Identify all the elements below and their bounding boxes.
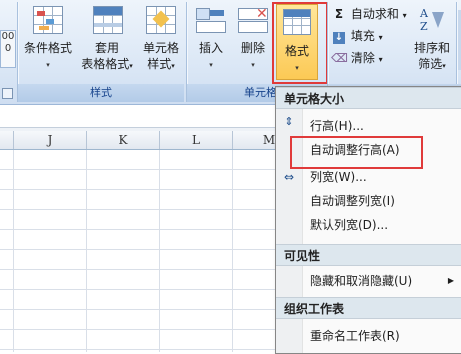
insert-button[interactable]: 插入 ▾ <box>190 4 232 80</box>
chevron-down-icon: ▾ <box>46 61 50 69</box>
insert-label: 插入 <box>198 41 223 55</box>
format-as-table-text: 表格格式 <box>81 57 130 71</box>
format-as-table-label2: 表格格式▾ <box>78 56 136 74</box>
styles-group-label: 样式 <box>18 84 184 102</box>
conditional-format-icon <box>33 6 63 34</box>
menu-item-column-width[interactable]: ⇔ 列宽(W)... <box>276 166 461 188</box>
cell-styles-label1: 单元格 <box>142 41 179 55</box>
column-header-k[interactable]: K <box>87 131 160 149</box>
delete-button[interactable]: ✕ 删除 ▾ <box>234 4 272 80</box>
sort-filter-text: 筛选 <box>418 57 443 71</box>
cell-styles-label2: 样式▾ <box>138 56 184 74</box>
table-format-icon <box>93 6 123 34</box>
sort-filter-button[interactable]: A Z 排序和 筛选▾ <box>410 4 454 80</box>
autosum-button[interactable]: Σ 自动求和 ▾ <box>331 5 407 23</box>
sort-filter-label2: 筛选▾ <box>410 56 454 74</box>
menu-item-rename-sheet[interactable]: 重命名工作表(R) <box>276 325 461 347</box>
column-width-icon: ⇔ <box>283 170 295 184</box>
hide-unhide-label: 隐藏和取消隐藏(U) <box>310 274 413 288</box>
section-cell-size: 单元格大小 <box>276 87 461 109</box>
default-width-label: 默认列宽(D)... <box>310 218 389 232</box>
column-header-l[interactable]: L <box>160 131 233 149</box>
chevron-down-icon: ▾ <box>378 33 383 42</box>
grid-line <box>13 150 14 352</box>
clear-button[interactable]: ⌫ 清除 ▾ <box>331 49 383 67</box>
format-dropdown-menu: 单元格大小 ⇕ 行高(H)... 自动调整行高(A) ⇔ 列宽(W)... 自动… <box>275 86 461 354</box>
menu-item-row-height[interactable]: ⇕ 行高(H)... <box>276 115 461 137</box>
clear-label: 清除 <box>350 51 375 65</box>
select-all-corner[interactable] <box>0 131 14 149</box>
fill-down-arrow-icon: ↓ <box>333 32 345 44</box>
sort-filter-label1: 排序和 <box>413 41 450 55</box>
row-height-icon: ⇕ <box>284 115 294 128</box>
eraser-icon: ⌫ <box>331 51 348 65</box>
grid-line <box>86 150 87 352</box>
cell-styles-button[interactable]: 单元格 样式▾ <box>138 4 184 80</box>
menu-item-hide-unhide[interactable]: 隐藏和取消隐藏(U) ▶ <box>276 270 461 292</box>
delete-cells-icon: ✕ <box>238 6 268 33</box>
fill-button[interactable]: ↓ 填充 ▾ <box>331 27 383 45</box>
cell-styles-text: 样式 <box>147 57 172 71</box>
format-as-table-button[interactable]: 套用 表格格式▾ <box>78 4 136 80</box>
grid-line <box>232 150 233 352</box>
chevron-down-icon: ▾ <box>378 55 383 64</box>
column-header-j[interactable]: J <box>14 131 87 149</box>
row-height-label: 行高(H)... <box>310 119 364 133</box>
autosum-label: 自动求和 <box>350 7 399 21</box>
sort-az-icon: A Z <box>418 6 448 36</box>
conditional-format-label: 条件格式 <box>23 41 72 55</box>
chevron-down-icon: ▾ <box>209 61 213 69</box>
dialog-launcher-icon[interactable] <box>2 88 13 99</box>
grid-line <box>159 150 160 352</box>
chevron-down-icon: ▾ <box>402 11 407 20</box>
decimal-increase-icon: 00 <box>1 31 15 42</box>
cell-styles-icon <box>146 6 176 34</box>
column-width-label: 列宽(W)... <box>310 170 367 184</box>
sigma-icon: Σ <box>334 7 344 21</box>
chevron-down-icon: ▾ <box>442 62 446 70</box>
menu-item-autofit-column-width[interactable]: 自动调整列宽(I) <box>276 190 461 212</box>
format-button-highlight <box>272 2 328 84</box>
submenu-arrow-icon: ▶ <box>447 276 454 285</box>
fill-label: 填充 <box>350 29 375 43</box>
number-format-stub[interactable]: 00 0 <box>0 30 16 68</box>
rename-sheet-label: 重命名工作表(R) <box>310 329 400 343</box>
insert-cells-icon <box>196 8 226 33</box>
chevron-down-icon: ▾ <box>129 62 133 70</box>
sort-a-icon: A <box>420 7 428 20</box>
menu-item-default-width[interactable]: 默认列宽(D)... <box>276 214 461 236</box>
chevron-down-icon: ▾ <box>251 61 255 69</box>
autofit-row-height-highlight <box>290 136 423 169</box>
autofit-column-width-label: 自动调整列宽(I) <box>310 194 395 208</box>
section-visibility: 可见性 <box>276 244 461 266</box>
decimal-decrease-icon: 0 <box>4 43 12 54</box>
format-as-table-label1: 套用 <box>94 41 119 55</box>
delete-label: 删除 <box>240 41 265 55</box>
chevron-down-icon: ▾ <box>171 62 175 70</box>
sort-z-icon: Z <box>420 20 428 33</box>
conditional-format-button[interactable]: 条件格式 ▾ <box>20 4 76 80</box>
section-organize-sheets: 组织工作表 <box>276 297 461 319</box>
cells-group-label-text: 单元格 <box>244 86 277 99</box>
